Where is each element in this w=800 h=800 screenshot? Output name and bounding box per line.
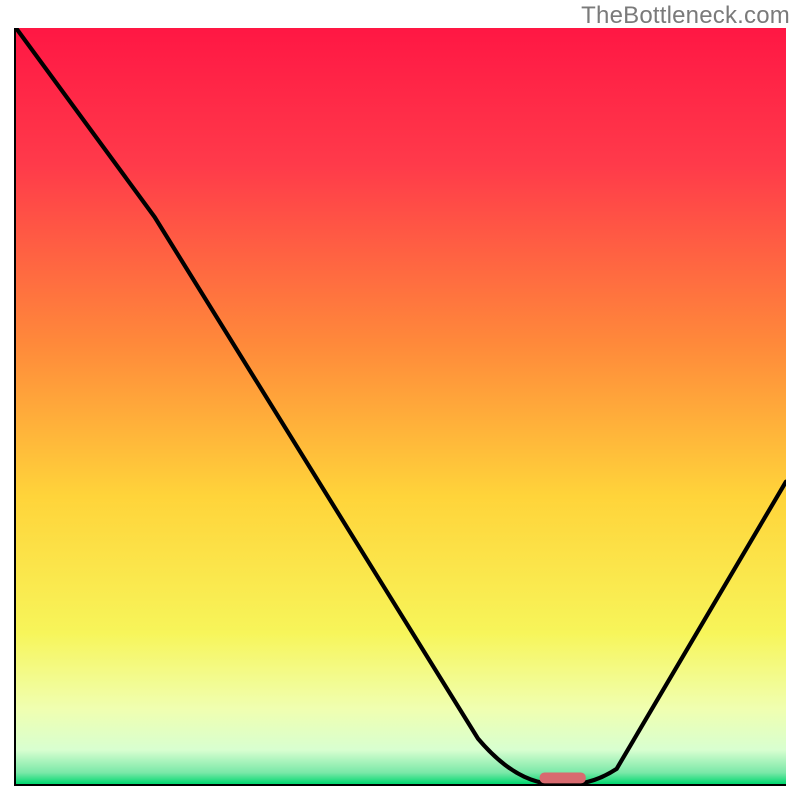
optimal-marker <box>540 772 586 783</box>
plot-area <box>14 28 786 786</box>
chart-svg <box>16 28 786 784</box>
gradient-background <box>16 28 786 784</box>
chart-container: TheBottleneck.com <box>0 0 800 800</box>
watermark-text: TheBottleneck.com <box>581 2 790 30</box>
